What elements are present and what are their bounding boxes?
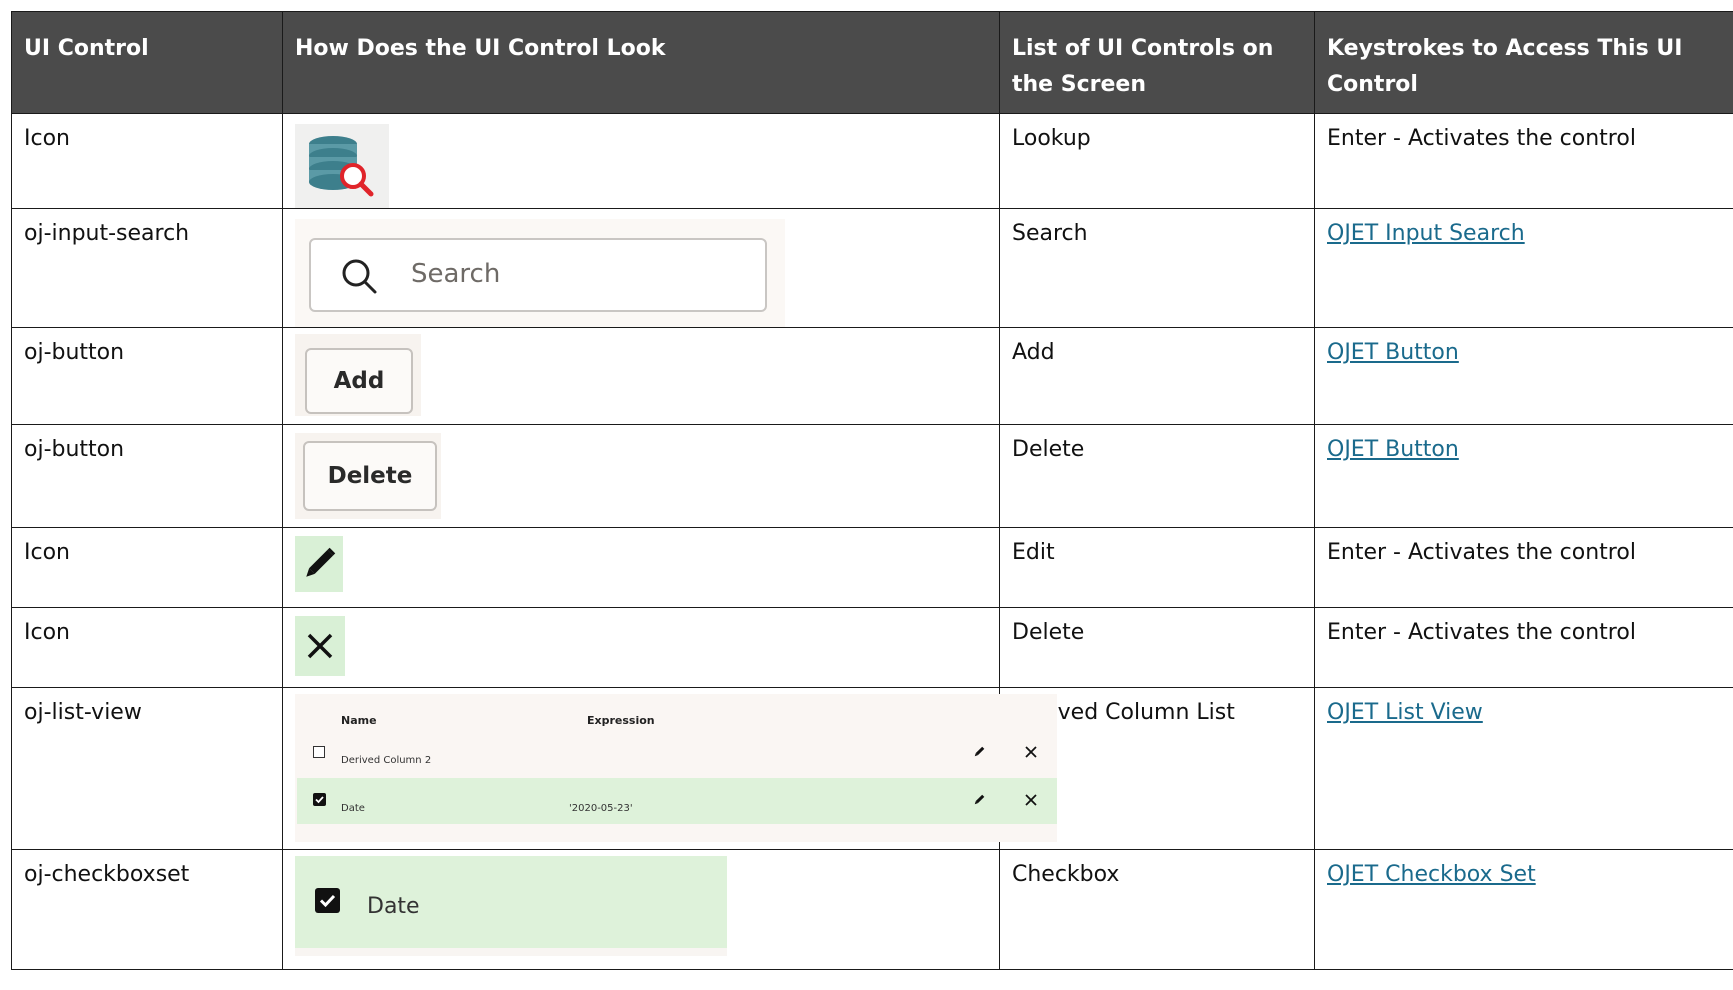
table-header-row: UI Control How Does the UI Control Look … (11, 11, 1733, 114)
checkbox-icon[interactable] (315, 888, 340, 913)
header-keystrokes: Keystrokes to Access This UI Control (1314, 11, 1733, 114)
cell-control: oj-input-search (11, 208, 283, 328)
cell-control: Icon (11, 527, 283, 608)
pencil-icon[interactable] (971, 792, 987, 808)
cell-list-item: Edit (999, 527, 1315, 608)
table-row: oj-list-view Name Expression Derived Col… (11, 687, 1733, 850)
list-item[interactable]: Derived Column 2 (297, 730, 1057, 776)
list-view-preview: Name Expression Derived Column 2 Date '2… (295, 694, 1057, 842)
delete-button-preview: Delete (295, 433, 441, 519)
cell-list-item: Add (999, 327, 1315, 425)
checkbox-option[interactable]: Date (295, 856, 727, 948)
ojet-input-search-link[interactable]: OJET Input Search (1327, 221, 1525, 246)
delete-button[interactable]: Delete (303, 441, 437, 511)
search-input[interactable]: Search (309, 238, 767, 312)
close-icon[interactable] (295, 616, 345, 676)
cell-control: oj-button (11, 424, 283, 528)
cell-keystroke: Enter - Activates the control (1314, 113, 1733, 209)
cell-list-item: Delete (999, 607, 1315, 688)
cell-keystroke: Enter - Activates the control (1314, 527, 1733, 608)
close-icon[interactable] (1023, 744, 1039, 760)
table-row: oj-button Delete Delete OJET Button (11, 424, 1733, 528)
ojet-button-link[interactable]: OJET Button (1327, 340, 1459, 365)
cell-control: Icon (11, 113, 283, 209)
cell-control: Icon (11, 607, 283, 688)
cell-control: oj-checkboxset (11, 849, 283, 970)
checkbox-icon[interactable] (313, 793, 326, 806)
cell-keystroke: OJET Input Search (1314, 208, 1733, 328)
cell-list-item: Delete (999, 424, 1315, 528)
table-row: oj-input-search Search Search OJET Input… (11, 208, 1733, 328)
table-row: oj-checkboxset Date Checkbox OJET Checkb… (11, 849, 1733, 970)
close-icon[interactable] (1023, 792, 1039, 808)
checkbox-set-preview: Date (295, 856, 727, 956)
table-row: Icon Lookup Enter - Activates the contro… (11, 113, 1733, 209)
list-item-expression: '2020-05-23' (569, 803, 633, 814)
cell-list-item: Search (999, 208, 1315, 328)
pencil-icon[interactable] (295, 536, 343, 592)
cell-keystroke: OJET Button (1314, 424, 1733, 528)
cell-preview (282, 113, 1000, 209)
ui-controls-table: UI Control How Does the UI Control Look … (11, 11, 1733, 970)
cell-keystroke: OJET Checkbox Set (1314, 849, 1733, 970)
header-how-it-looks: How Does the UI Control Look (282, 11, 1000, 114)
cell-preview: Name Expression Derived Column 2 Date '2… (282, 687, 1057, 850)
list-item-name: Derived Column 2 (341, 755, 432, 766)
cell-list-item: Lookup (999, 113, 1315, 209)
checkbox-label: Date (367, 894, 420, 919)
list-item[interactable]: Date '2020-05-23' (297, 778, 1057, 824)
cell-preview: Date (282, 849, 1000, 970)
pencil-icon[interactable] (971, 744, 987, 760)
ojet-checkbox-set-link[interactable]: OJET Checkbox Set (1327, 862, 1536, 887)
list-item-name: Date (341, 803, 365, 814)
ojet-list-view-link[interactable]: OJET List View (1327, 700, 1483, 725)
ojet-button-link[interactable]: OJET Button (1327, 437, 1459, 462)
cell-control: oj-list-view (11, 687, 283, 850)
cell-preview (282, 607, 1000, 688)
header-ui-control: UI Control (11, 11, 283, 114)
search-icon (342, 259, 377, 294)
table-row: oj-button Add Add OJET Button (11, 327, 1733, 425)
cell-keystroke: OJET Button (1314, 327, 1733, 425)
cell-preview (282, 527, 1000, 608)
checkbox-icon[interactable] (313, 746, 325, 758)
database-search-icon (295, 124, 389, 208)
header-list-of-controls: List of UI Controls on the Screen (999, 11, 1315, 114)
cell-keystroke: Enter - Activates the control (1314, 607, 1733, 688)
add-button[interactable]: Add (305, 348, 413, 414)
cell-keystroke: OJET List View (1314, 687, 1733, 850)
search-preview: Search (295, 219, 785, 327)
cell-list-item: Checkbox (999, 849, 1315, 970)
table-row: Icon Edit Enter - Activates the control (11, 527, 1733, 608)
cell-preview: Delete (282, 424, 1000, 528)
cell-preview: Add (282, 327, 1000, 425)
cell-preview: Search (282, 208, 1000, 328)
add-button-preview: Add (295, 334, 421, 416)
cell-control: oj-button (11, 327, 283, 425)
table-row: Icon Delete Enter - Activates the contro… (11, 607, 1733, 688)
search-placeholder: Search (411, 259, 501, 289)
